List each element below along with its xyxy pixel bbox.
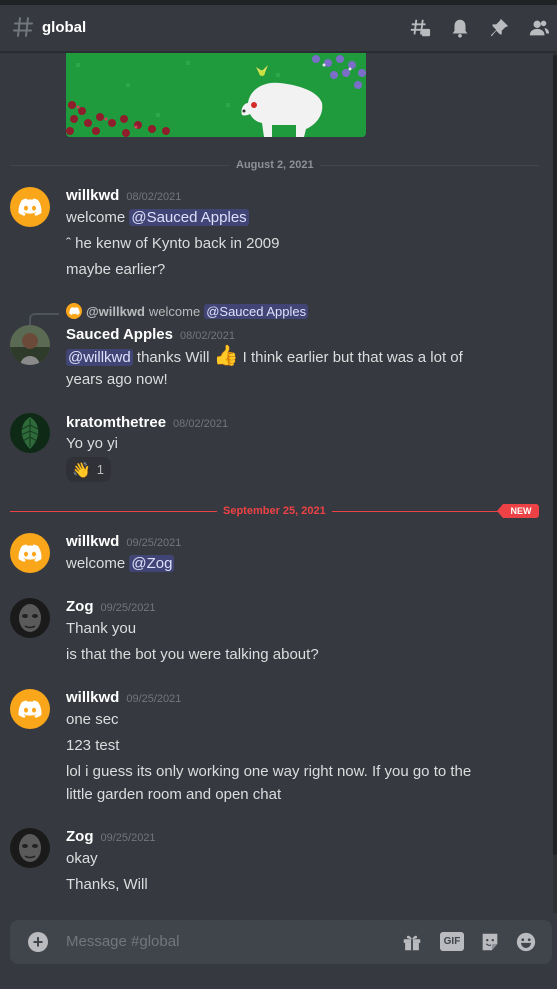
window-bottom-strip <box>0 982 557 989</box>
message-timestamp: 08/02/2021 <box>179 330 236 342</box>
message-text: I think earlier but that was a lot of <box>238 349 463 366</box>
message-author[interactable]: kratomthetree 08/02/2021 <box>66 414 228 431</box>
user-photo <box>10 598 50 638</box>
hash-icon <box>13 17 33 37</box>
waving-hand-emoji: 👋 <box>72 460 91 479</box>
author-name[interactable]: willkwd <box>66 689 119 706</box>
avatar[interactable] <box>10 533 50 573</box>
author-name[interactable]: willkwd <box>66 533 119 550</box>
user-photo <box>10 413 50 453</box>
members-icon[interactable] <box>528 17 550 39</box>
author-name[interactable]: Sauced Apples <box>66 326 173 343</box>
emoji-icon[interactable] <box>515 931 537 953</box>
message-line: is that the bot you were talking about? <box>66 646 319 663</box>
reply-reference[interactable]: @willkwd welcome @Sauced Apples <box>66 303 309 319</box>
reply-text: welcome <box>148 303 201 319</box>
message-timestamp: 09/25/2021 <box>100 602 156 614</box>
pin-icon[interactable] <box>488 17 510 39</box>
scrollbar-thumb[interactable] <box>553 55 557 855</box>
message-author[interactable]: willkwd 09/25/2021 <box>66 689 181 706</box>
channel-name: global <box>42 19 87 36</box>
message-text: welcome <box>66 555 130 572</box>
avatar[interactable] <box>10 689 50 729</box>
avatar[interactable] <box>10 598 50 638</box>
message-line: little garden room and open chat <box>66 786 282 803</box>
message-timestamp: 09/25/2021 <box>126 693 182 705</box>
avatar[interactable] <box>10 828 50 868</box>
gift-icon[interactable] <box>401 931 423 953</box>
reaction-button[interactable]: 👋 1 <box>66 457 111 482</box>
thumbs-up-emoji: 👍 <box>213 343 239 367</box>
user-mention[interactable]: @Sauced Apples <box>129 209 249 226</box>
message-line: Thanks, Will <box>66 876 148 893</box>
message-line: welcome @Zog <box>66 555 175 572</box>
reply-author[interactable]: @willkwd <box>86 304 145 319</box>
new-badge: NEW <box>497 504 539 518</box>
message-line: ˆ he kenw of Kynto back in 2009 <box>66 235 280 252</box>
message-author[interactable]: Zog 09/25/2021 <box>66 598 156 615</box>
user-photo <box>10 828 50 868</box>
reply-avatar <box>66 303 82 319</box>
user-mention[interactable]: @willkwd <box>66 349 133 366</box>
date-divider-label: August 2, 2021 <box>230 159 320 171</box>
message-line: @willkwd thanks Will 👍 I think earlier b… <box>66 345 463 366</box>
add-attachment-icon[interactable]: + <box>28 932 48 952</box>
message-author[interactable]: Zog 09/25/2021 <box>66 828 156 845</box>
message-composer[interactable]: + Message #global GIF <box>10 920 552 964</box>
avatar[interactable] <box>10 413 50 453</box>
author-name[interactable]: Zog <box>66 598 94 615</box>
message-author[interactable]: Sauced Apples 08/02/2021 <box>66 326 235 343</box>
author-name[interactable]: kratomthetree <box>66 414 166 431</box>
discord-logo-icon <box>18 700 42 718</box>
message-text: welcome <box>66 209 130 226</box>
message-timestamp: 08/02/2021 <box>126 191 182 203</box>
reaction-count: 1 <box>96 462 104 477</box>
message-line: okay <box>66 850 98 867</box>
user-mention[interactable]: @Sauced Apples <box>204 303 309 319</box>
message-line: 123 test <box>66 737 120 754</box>
attached-image[interactable] <box>66 53 366 137</box>
avatar[interactable] <box>10 187 50 227</box>
message-author[interactable]: willkwd 09/25/2021 <box>66 533 181 550</box>
sticker-icon[interactable] <box>479 931 501 953</box>
threads-icon[interactable] <box>409 17 431 39</box>
date-divider-label: September 25, 2021 <box>217 505 332 517</box>
message-input[interactable]: Message #global <box>66 933 179 950</box>
user-mention[interactable]: @Zog <box>129 555 175 572</box>
discord-logo-icon <box>68 307 80 315</box>
message-line: Yo yo yi <box>66 435 118 452</box>
message-line: maybe earlier? <box>66 261 166 278</box>
reply-connector <box>29 313 59 325</box>
discord-logo-icon <box>18 198 42 216</box>
message-timestamp: 08/02/2021 <box>173 418 229 430</box>
gif-icon[interactable]: GIF <box>440 932 464 951</box>
author-name[interactable]: Zog <box>66 828 94 845</box>
message-text: thanks Will <box>132 349 210 366</box>
bell-icon[interactable] <box>449 17 471 39</box>
message-timestamp: 09/25/2021 <box>100 832 156 844</box>
discord-logo-icon <box>18 544 42 562</box>
message-line: welcome @Sauced Apples <box>66 209 249 226</box>
message-line: one sec <box>66 711 119 728</box>
message-line: years ago now! <box>66 371 168 388</box>
avatar[interactable] <box>10 325 50 365</box>
channel-header: global <box>0 5 557 52</box>
user-photo <box>10 325 50 365</box>
message-timestamp: 09/25/2021 <box>126 537 182 549</box>
message-line: Thank you <box>66 620 137 637</box>
author-name[interactable]: willkwd <box>66 187 119 204</box>
message-line: lol i guess its only working one way rig… <box>66 763 472 780</box>
message-author[interactable]: willkwd 08/02/2021 <box>66 187 181 204</box>
